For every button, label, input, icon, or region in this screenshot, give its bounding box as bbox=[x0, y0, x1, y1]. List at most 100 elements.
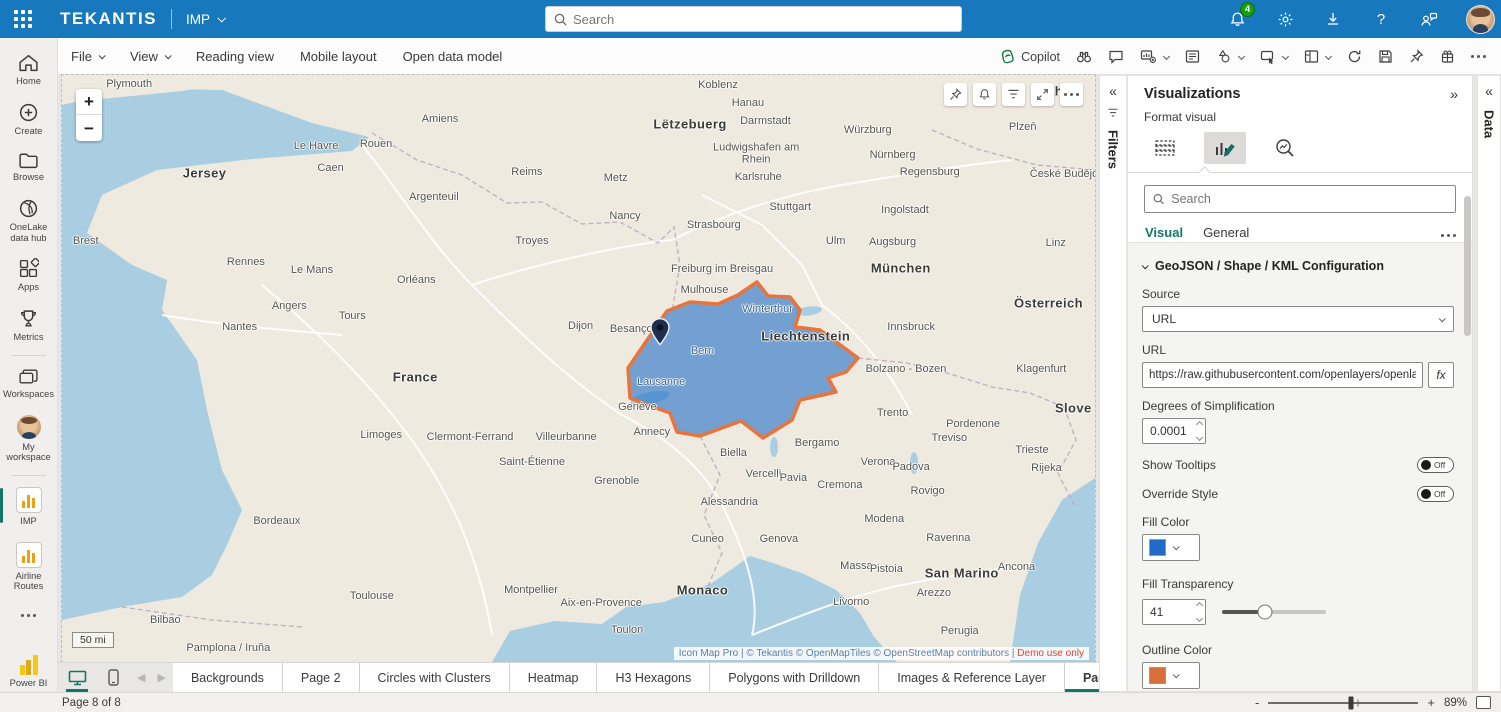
fit-to-page-icon[interactable] bbox=[1476, 696, 1491, 709]
fields-tab-icon[interactable] bbox=[1144, 132, 1186, 164]
map-label: Bergamo bbox=[795, 437, 840, 449]
pin-icon[interactable] bbox=[1402, 43, 1431, 71]
override-style-toggle[interactable]: Off bbox=[1417, 486, 1454, 502]
settings-gear-icon[interactable] bbox=[1274, 8, 1296, 30]
zoom-slider-thumb[interactable] bbox=[1348, 696, 1353, 709]
fill-transparency-stepper[interactable] bbox=[1142, 599, 1206, 625]
zoom-slider[interactable] bbox=[1268, 702, 1418, 704]
text-box-icon[interactable] bbox=[1178, 43, 1207, 71]
mobile-view-icon[interactable] bbox=[100, 665, 126, 691]
sidebar-item-metrics[interactable]: Metrics bbox=[0, 301, 58, 351]
data-pane-label[interactable]: Data bbox=[1482, 110, 1497, 138]
expand-data-icon[interactable]: « bbox=[1485, 84, 1493, 98]
visual-filters-icon[interactable] bbox=[1002, 83, 1025, 106]
fill-transparency-slider[interactable] bbox=[1222, 610, 1326, 614]
help-icon[interactable]: ? bbox=[1370, 8, 1392, 30]
page-tab[interactable]: Polygons with Drilldown bbox=[710, 663, 879, 692]
next-page-icon[interactable]: ▶ bbox=[156, 671, 166, 684]
sidebar-item-airline-routes[interactable]: Airline Routes bbox=[0, 535, 58, 600]
more-options-icon[interactable] bbox=[1464, 43, 1493, 71]
degrees-of-simplification-stepper[interactable] bbox=[1142, 418, 1206, 444]
shapes-dropdown[interactable] bbox=[1209, 43, 1251, 71]
icon-map-visual[interactable]: PlymouthKoblenzKarPrahaHanauAmiensLëtzeb… bbox=[62, 75, 1095, 662]
menu-item[interactable]: Reading view bbox=[183, 38, 287, 74]
tabs-more-icon[interactable] bbox=[1441, 234, 1456, 237]
page-tab[interactable]: Circles with Clusters bbox=[360, 663, 510, 692]
sidebar-item-onelake[interactable]: OneLake data hub bbox=[0, 191, 58, 251]
slider-thumb[interactable] bbox=[1257, 605, 1272, 620]
sidebar-item-workspaces[interactable]: Workspaces bbox=[0, 360, 58, 408]
search-input[interactable] bbox=[573, 12, 953, 27]
map-label: Montpellier bbox=[504, 584, 558, 596]
smart-narrative-pin-icon[interactable] bbox=[944, 83, 967, 106]
map-label: Toulouse bbox=[350, 590, 394, 602]
visual-more-options-icon[interactable] bbox=[1060, 83, 1083, 106]
format-tab-icon[interactable] bbox=[1204, 132, 1246, 164]
filters-pane-label[interactable]: Filters bbox=[1106, 130, 1121, 169]
page-tab[interactable]: H3 Hexagons bbox=[597, 663, 710, 692]
workspace-switcher[interactable]: IMP bbox=[186, 12, 224, 27]
sidebar-more-icon[interactable] bbox=[0, 600, 58, 625]
new-visual-dropdown[interactable] bbox=[1133, 43, 1176, 71]
desktop-view-icon[interactable] bbox=[64, 665, 90, 691]
download-icon[interactable] bbox=[1322, 8, 1344, 30]
map-label: Klagenfurt bbox=[1016, 363, 1066, 375]
sidebar-item-create[interactable]: Create bbox=[0, 95, 58, 145]
map-label: Genève bbox=[618, 401, 657, 413]
page-tab[interactable]: Page 2 bbox=[283, 663, 360, 692]
map-label: Liechtenstein bbox=[761, 329, 850, 344]
zoom-out-button[interactable]: − bbox=[76, 115, 102, 141]
sensitivity-icon[interactable] bbox=[1433, 43, 1462, 71]
map-label: Cuneo bbox=[691, 533, 723, 545]
menu-item[interactable]: View bbox=[117, 38, 183, 74]
menu-item[interactable]: Open data model bbox=[390, 38, 516, 74]
url-input[interactable] bbox=[1142, 362, 1423, 388]
fill-color-swatch[interactable] bbox=[1142, 534, 1200, 561]
buttons-dropdown[interactable] bbox=[1253, 43, 1295, 71]
format-search-input[interactable] bbox=[1171, 192, 1447, 206]
page-layout-dropdown[interactable] bbox=[1297, 43, 1338, 71]
sidebar-item-home[interactable]: Home bbox=[0, 46, 58, 95]
feedback-icon[interactable] bbox=[1418, 8, 1440, 30]
sidebar-item-apps[interactable]: Apps bbox=[0, 251, 58, 301]
user-avatar[interactable] bbox=[1466, 5, 1495, 34]
page-tab[interactable]: Heatmap bbox=[510, 663, 598, 692]
map-label: Ludwigshafen am Rhein bbox=[710, 141, 802, 166]
waffle-menu-icon[interactable] bbox=[0, 0, 46, 38]
collapse-panel-icon[interactable]: » bbox=[1450, 86, 1458, 102]
notifications-bell-icon[interactable]: 4 bbox=[1226, 8, 1248, 30]
page-tab[interactable]: Images & Reference Layer bbox=[879, 663, 1065, 692]
show-tooltips-toggle[interactable]: Off bbox=[1417, 457, 1454, 473]
zoom-out-button[interactable]: - bbox=[1255, 696, 1259, 709]
format-search-box[interactable] bbox=[1144, 185, 1456, 213]
copilot-button[interactable]: Copilot bbox=[993, 43, 1067, 71]
stepper-arrows-icon[interactable] bbox=[1197, 422, 1202, 440]
sidebar-item-my-workspace[interactable]: My workspace bbox=[0, 408, 58, 471]
sidebar-item-imp[interactable]: IMP bbox=[0, 480, 58, 535]
url-label: URL bbox=[1142, 343, 1454, 357]
app-header: TEKANTIS IMP 4 ? bbox=[0, 0, 1501, 38]
geojson-section-header[interactable]: GeoJSON / Shape / KML Configuration bbox=[1142, 259, 1454, 273]
zoom-percentage[interactable]: 89% bbox=[1444, 697, 1467, 709]
comment-icon[interactable] bbox=[1101, 43, 1131, 71]
expand-filters-icon[interactable]: « bbox=[1109, 84, 1117, 98]
refresh-icon[interactable] bbox=[1340, 43, 1369, 71]
analytics-tab-icon[interactable] bbox=[1264, 132, 1306, 164]
alerts-bell-icon[interactable] bbox=[973, 83, 996, 106]
prev-page-icon[interactable]: ◀ bbox=[136, 671, 146, 684]
panel-scrollbar[interactable] bbox=[1464, 196, 1471, 336]
source-dropdown[interactable]: URL bbox=[1142, 306, 1454, 332]
zoom-in-button[interactable]: + bbox=[76, 89, 102, 115]
global-search[interactable] bbox=[545, 6, 962, 32]
explore-binoculars-icon[interactable] bbox=[1069, 43, 1099, 71]
page-tab[interactable]: Backgrounds bbox=[173, 663, 283, 692]
zoom-in-button[interactable]: + bbox=[1427, 696, 1435, 709]
search-icon bbox=[1153, 193, 1164, 205]
menu-item[interactable]: Mobile layout bbox=[287, 38, 390, 74]
focus-mode-icon[interactable] bbox=[1031, 83, 1054, 106]
menu-item[interactable]: File bbox=[58, 38, 117, 74]
fx-conditional-format-button[interactable]: fx bbox=[1428, 362, 1454, 388]
save-icon[interactable] bbox=[1371, 43, 1400, 71]
sidebar-item-browse[interactable]: Browse bbox=[0, 144, 58, 191]
outline-color-swatch[interactable] bbox=[1142, 662, 1200, 689]
